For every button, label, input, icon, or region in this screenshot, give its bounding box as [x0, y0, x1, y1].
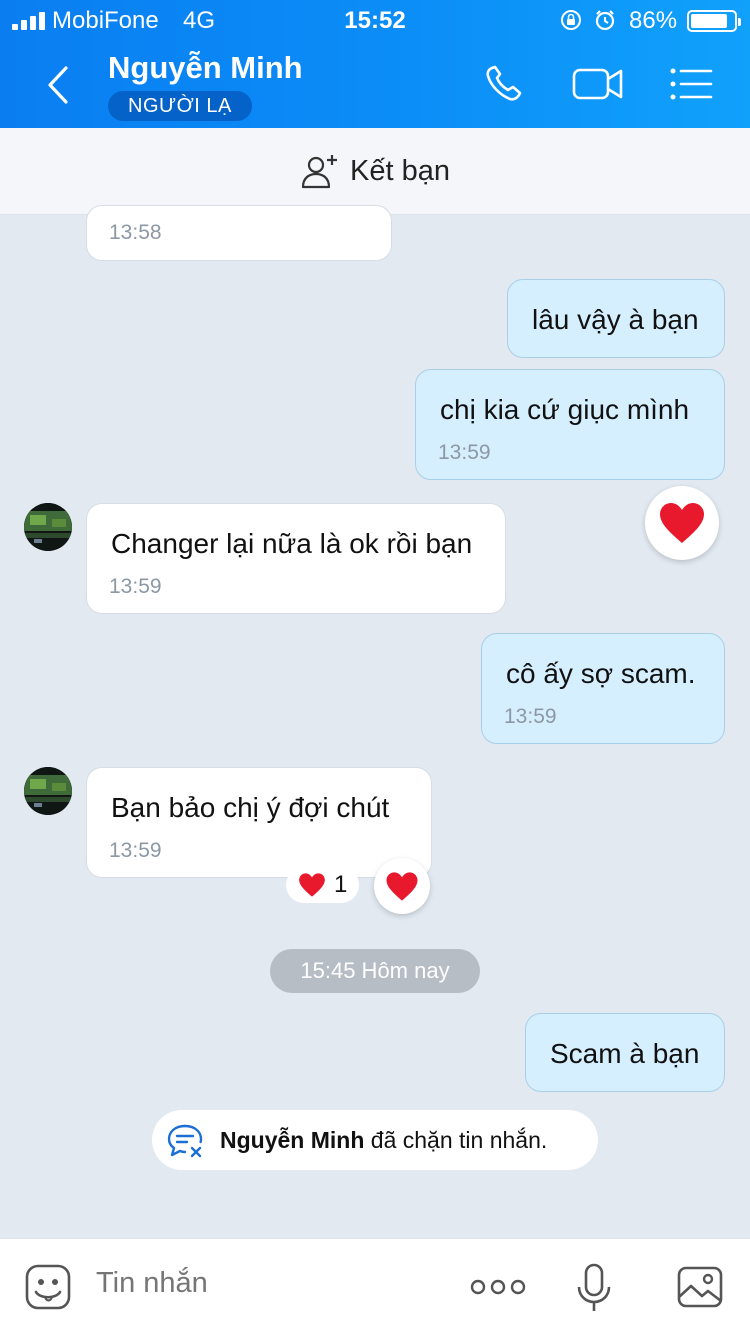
battery-icon: [687, 10, 741, 32]
message-text: Bạn bảo chị ý đợi chút: [111, 792, 390, 823]
blocked-text: đã chặn tin nhắn.: [364, 1127, 548, 1153]
battery-percent: 86%: [629, 7, 678, 34]
heart-reaction-button[interactable]: [645, 486, 719, 560]
add-friend-icon: [301, 155, 337, 189]
message-time: 13:59: [438, 441, 491, 464]
emoji-sticker-icon[interactable]: [24, 1263, 72, 1311]
microphone-icon[interactable]: [576, 1263, 612, 1313]
more-options-icon[interactable]: [470, 1277, 526, 1297]
message-bubble[interactable]: cô ấy sợ scam. 13:59: [481, 633, 725, 744]
avatar-image: [24, 767, 72, 815]
reaction-summary[interactable]: 1: [286, 867, 360, 903]
message-bubble[interactable]: 13:58: [86, 205, 392, 261]
status-bar: MobiFone 4G 15:52 86%: [0, 0, 750, 40]
message-bubble[interactable]: Scam à bạn: [525, 1013, 725, 1092]
date-separator: 15:45 Hôm nay: [270, 949, 480, 993]
add-friend-label: Kết bạn: [350, 154, 450, 187]
message-text: cô ấy sợ scam.: [506, 658, 696, 689]
video-call-icon[interactable]: [572, 62, 624, 106]
stranger-badge: NGƯỜI LẠ: [108, 91, 252, 121]
heart-icon: [386, 871, 418, 901]
reaction-count: 1: [334, 871, 348, 898]
message-time: 13:59: [109, 575, 162, 598]
message-input[interactable]: [96, 1267, 426, 1300]
contact-avatar[interactable]: [24, 767, 72, 815]
blocked-message-icon: [167, 1124, 203, 1158]
heart-icon: [299, 873, 325, 897]
contact-avatar[interactable]: [24, 503, 72, 551]
message-bubble[interactable]: Changer lại nữa là ok rồi bạn 13:59: [86, 503, 506, 614]
add-friend-bar[interactable]: Kết bạn: [0, 128, 750, 215]
message-text: Scam à bạn: [550, 1038, 700, 1069]
message-bubble[interactable]: lâu vậy à bạn: [507, 279, 725, 358]
composer-bar: [0, 1238, 750, 1334]
heart-reaction-button[interactable]: [374, 858, 430, 914]
blocked-notice: Nguyễn Minh đã chặn tin nhắn.: [152, 1110, 598, 1170]
menu-list-icon[interactable]: [667, 62, 715, 106]
chat-header: MobiFone 4G 15:52 86% Nguyễn Minh NGƯỜI …: [0, 0, 750, 128]
rotation-lock-icon: [561, 10, 581, 30]
heart-icon: [660, 503, 704, 543]
message-time: 13:59: [109, 839, 162, 862]
phone-call-icon[interactable]: [482, 62, 530, 106]
back-arrow-icon[interactable]: [40, 62, 80, 108]
message-bubble[interactable]: chị kia cứ giục mình 13:59: [415, 369, 725, 480]
message-time: 13:59: [504, 705, 557, 728]
message-time: 13:58: [109, 221, 162, 244]
message-text: Changer lại nữa là ok rồi bạn: [111, 528, 473, 559]
message-text: chị kia cứ giục mình: [440, 394, 690, 425]
image-gallery-icon[interactable]: [676, 1263, 724, 1311]
alarm-icon: [595, 10, 615, 31]
blocked-name: Nguyễn Minh: [220, 1127, 365, 1153]
message-text: lâu vậy à bạn: [532, 304, 699, 335]
avatar-image: [24, 503, 72, 551]
message-bubble[interactable]: Bạn bảo chị ý đợi chút 13:59: [86, 767, 432, 878]
contact-name[interactable]: Nguyễn Minh: [108, 50, 303, 86]
